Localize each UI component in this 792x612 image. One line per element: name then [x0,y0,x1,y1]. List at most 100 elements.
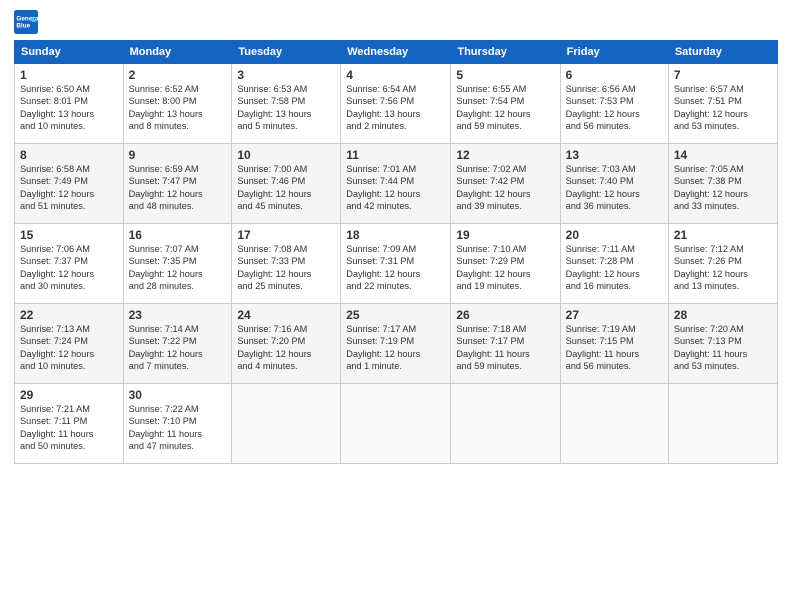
day-cell-18: 18Sunrise: 7:09 AM Sunset: 7:31 PM Dayli… [341,224,451,304]
day-info: Sunrise: 7:18 AM Sunset: 7:17 PM Dayligh… [456,323,554,373]
day-info: Sunrise: 7:09 AM Sunset: 7:31 PM Dayligh… [346,243,445,293]
day-info: Sunrise: 7:06 AM Sunset: 7:37 PM Dayligh… [20,243,118,293]
day-number: 2 [129,68,227,82]
day-number: 4 [346,68,445,82]
calendar-week-4: 22Sunrise: 7:13 AM Sunset: 7:24 PM Dayli… [15,304,778,384]
logo-icon: General Blue [14,10,38,34]
day-number: 20 [566,228,663,242]
header-cell-saturday: Saturday [668,41,777,64]
day-cell-17: 17Sunrise: 7:08 AM Sunset: 7:33 PM Dayli… [232,224,341,304]
empty-cell [341,384,451,464]
day-info: Sunrise: 6:50 AM Sunset: 8:01 PM Dayligh… [20,83,118,133]
day-number: 16 [129,228,227,242]
day-info: Sunrise: 7:21 AM Sunset: 7:11 PM Dayligh… [20,403,118,453]
day-info: Sunrise: 7:14 AM Sunset: 7:22 PM Dayligh… [129,323,227,373]
day-cell-11: 11Sunrise: 7:01 AM Sunset: 7:44 PM Dayli… [341,144,451,224]
day-info: Sunrise: 7:12 AM Sunset: 7:26 PM Dayligh… [674,243,772,293]
day-cell-8: 8Sunrise: 6:58 AM Sunset: 7:49 PM Daylig… [15,144,124,224]
day-cell-4: 4Sunrise: 6:54 AM Sunset: 7:56 PM Daylig… [341,64,451,144]
day-number: 8 [20,148,118,162]
calendar-table: SundayMondayTuesdayWednesdayThursdayFrid… [14,40,778,464]
day-number: 3 [237,68,335,82]
day-info: Sunrise: 7:03 AM Sunset: 7:40 PM Dayligh… [566,163,663,213]
day-number: 27 [566,308,663,322]
day-info: Sunrise: 7:16 AM Sunset: 7:20 PM Dayligh… [237,323,335,373]
header-cell-monday: Monday [123,41,232,64]
day-cell-26: 26Sunrise: 7:18 AM Sunset: 7:17 PM Dayli… [451,304,560,384]
day-cell-22: 22Sunrise: 7:13 AM Sunset: 7:24 PM Dayli… [15,304,124,384]
day-info: Sunrise: 7:11 AM Sunset: 7:28 PM Dayligh… [566,243,663,293]
day-number: 6 [566,68,663,82]
day-info: Sunrise: 6:52 AM Sunset: 8:00 PM Dayligh… [129,83,227,133]
day-number: 9 [129,148,227,162]
day-number: 22 [20,308,118,322]
day-info: Sunrise: 6:59 AM Sunset: 7:47 PM Dayligh… [129,163,227,213]
header-cell-sunday: Sunday [15,41,124,64]
day-cell-30: 30Sunrise: 7:22 AM Sunset: 7:10 PM Dayli… [123,384,232,464]
day-cell-1: 1Sunrise: 6:50 AM Sunset: 8:01 PM Daylig… [15,64,124,144]
empty-cell [668,384,777,464]
day-cell-3: 3Sunrise: 6:53 AM Sunset: 7:58 PM Daylig… [232,64,341,144]
header: General Blue [14,10,778,34]
day-number: 28 [674,308,772,322]
day-cell-27: 27Sunrise: 7:19 AM Sunset: 7:15 PM Dayli… [560,304,668,384]
empty-cell [560,384,668,464]
day-number: 25 [346,308,445,322]
empty-cell [451,384,560,464]
day-number: 26 [456,308,554,322]
header-cell-wednesday: Wednesday [341,41,451,64]
calendar-week-2: 8Sunrise: 6:58 AM Sunset: 7:49 PM Daylig… [15,144,778,224]
day-info: Sunrise: 7:17 AM Sunset: 7:19 PM Dayligh… [346,323,445,373]
calendar-body: 1Sunrise: 6:50 AM Sunset: 8:01 PM Daylig… [15,64,778,464]
header-cell-thursday: Thursday [451,41,560,64]
day-info: Sunrise: 7:02 AM Sunset: 7:42 PM Dayligh… [456,163,554,213]
day-cell-20: 20Sunrise: 7:11 AM Sunset: 7:28 PM Dayli… [560,224,668,304]
day-number: 5 [456,68,554,82]
day-number: 10 [237,148,335,162]
day-cell-23: 23Sunrise: 7:14 AM Sunset: 7:22 PM Dayli… [123,304,232,384]
header-cell-tuesday: Tuesday [232,41,341,64]
day-cell-9: 9Sunrise: 6:59 AM Sunset: 7:47 PM Daylig… [123,144,232,224]
day-info: Sunrise: 7:10 AM Sunset: 7:29 PM Dayligh… [456,243,554,293]
day-number: 19 [456,228,554,242]
day-info: Sunrise: 6:56 AM Sunset: 7:53 PM Dayligh… [566,83,663,133]
day-info: Sunrise: 6:55 AM Sunset: 7:54 PM Dayligh… [456,83,554,133]
header-cell-friday: Friday [560,41,668,64]
day-info: Sunrise: 7:20 AM Sunset: 7:13 PM Dayligh… [674,323,772,373]
day-cell-24: 24Sunrise: 7:16 AM Sunset: 7:20 PM Dayli… [232,304,341,384]
day-cell-25: 25Sunrise: 7:17 AM Sunset: 7:19 PM Dayli… [341,304,451,384]
day-cell-16: 16Sunrise: 7:07 AM Sunset: 7:35 PM Dayli… [123,224,232,304]
day-number: 18 [346,228,445,242]
logo: General Blue [14,10,42,34]
day-number: 1 [20,68,118,82]
day-info: Sunrise: 7:07 AM Sunset: 7:35 PM Dayligh… [129,243,227,293]
day-cell-21: 21Sunrise: 7:12 AM Sunset: 7:26 PM Dayli… [668,224,777,304]
day-info: Sunrise: 7:19 AM Sunset: 7:15 PM Dayligh… [566,323,663,373]
svg-text:Blue: Blue [16,23,30,30]
page: General Blue SundayMondayTuesdayWednesda… [0,0,792,612]
day-number: 30 [129,388,227,402]
day-cell-7: 7Sunrise: 6:57 AM Sunset: 7:51 PM Daylig… [668,64,777,144]
day-number: 23 [129,308,227,322]
day-number: 15 [20,228,118,242]
day-info: Sunrise: 7:08 AM Sunset: 7:33 PM Dayligh… [237,243,335,293]
day-number: 21 [674,228,772,242]
day-info: Sunrise: 7:00 AM Sunset: 7:46 PM Dayligh… [237,163,335,213]
day-number: 11 [346,148,445,162]
day-number: 14 [674,148,772,162]
day-number: 13 [566,148,663,162]
day-cell-13: 13Sunrise: 7:03 AM Sunset: 7:40 PM Dayli… [560,144,668,224]
day-cell-12: 12Sunrise: 7:02 AM Sunset: 7:42 PM Dayli… [451,144,560,224]
day-cell-14: 14Sunrise: 7:05 AM Sunset: 7:38 PM Dayli… [668,144,777,224]
day-info: Sunrise: 7:13 AM Sunset: 7:24 PM Dayligh… [20,323,118,373]
day-info: Sunrise: 7:01 AM Sunset: 7:44 PM Dayligh… [346,163,445,213]
calendar-week-1: 1Sunrise: 6:50 AM Sunset: 8:01 PM Daylig… [15,64,778,144]
day-cell-2: 2Sunrise: 6:52 AM Sunset: 8:00 PM Daylig… [123,64,232,144]
calendar-week-3: 15Sunrise: 7:06 AM Sunset: 7:37 PM Dayli… [15,224,778,304]
day-cell-6: 6Sunrise: 6:56 AM Sunset: 7:53 PM Daylig… [560,64,668,144]
day-info: Sunrise: 7:22 AM Sunset: 7:10 PM Dayligh… [129,403,227,453]
day-cell-5: 5Sunrise: 6:55 AM Sunset: 7:54 PM Daylig… [451,64,560,144]
day-info: Sunrise: 7:05 AM Sunset: 7:38 PM Dayligh… [674,163,772,213]
day-cell-29: 29Sunrise: 7:21 AM Sunset: 7:11 PM Dayli… [15,384,124,464]
empty-cell [232,384,341,464]
